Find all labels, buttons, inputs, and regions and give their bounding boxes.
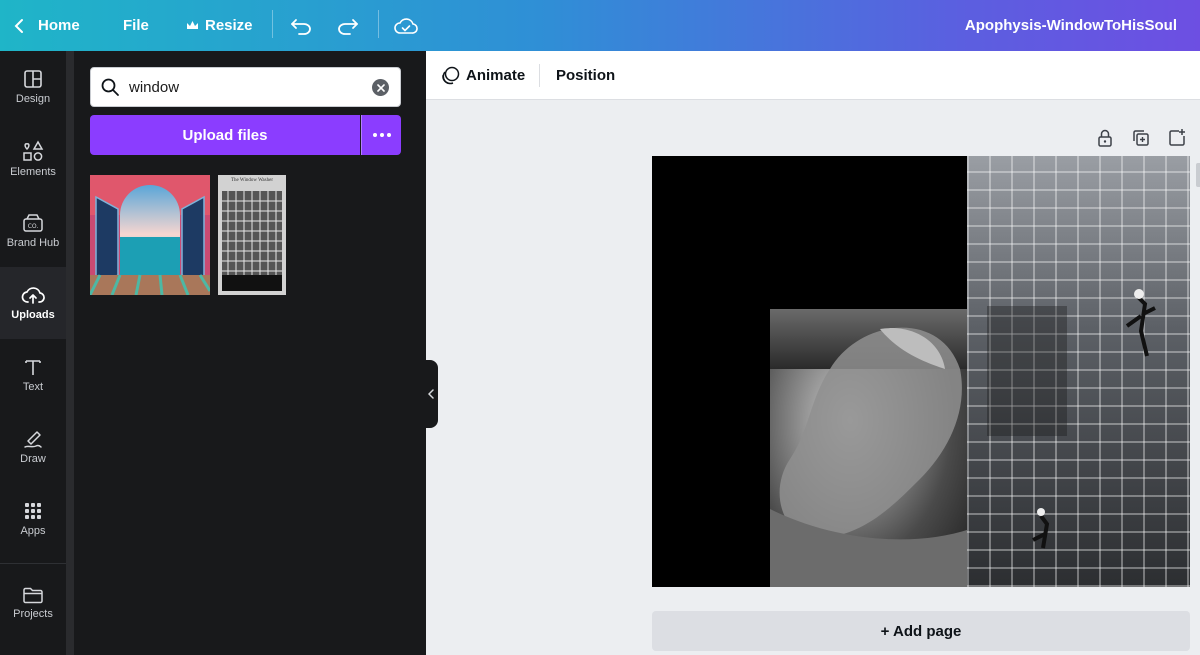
- upload-thumbnail-window-washer[interactable]: The Window Washer: [218, 175, 286, 295]
- upload-cloud-icon: [21, 287, 45, 304]
- rail-gutter: [66, 51, 74, 655]
- toolbar-divider: [539, 64, 540, 87]
- upload-files-button[interactable]: Upload files: [90, 115, 360, 155]
- text-icon: [25, 360, 41, 375]
- cloud-check-icon: [394, 17, 418, 34]
- window-washer-building-image[interactable]: [967, 156, 1190, 587]
- rail-label: Brand Hub: [6, 237, 60, 249]
- home-label: Home: [38, 17, 80, 34]
- search-input[interactable]: [129, 78, 359, 96]
- rail-item-apps[interactable]: Apps: [0, 483, 66, 555]
- collapse-panel-button[interactable]: [424, 360, 438, 428]
- layout-icon: [24, 70, 42, 88]
- position-button[interactable]: Position: [556, 51, 615, 100]
- uploads-panel: Upload files: [74, 51, 426, 655]
- face-shape: [770, 327, 970, 587]
- sculpture-face-image[interactable]: [770, 309, 970, 587]
- lock-page-button[interactable]: [1096, 127, 1114, 149]
- rail-label: Apps: [20, 525, 46, 537]
- upload-thumbnail-open-window[interactable]: [90, 175, 210, 295]
- search-box: [90, 67, 401, 107]
- more-options-button[interactable]: [361, 115, 401, 155]
- page-resize-handle[interactable]: [1196, 163, 1200, 187]
- thumbnail-caption: The Window Washer: [231, 178, 273, 183]
- undo-button[interactable]: [290, 0, 312, 51]
- lock-icon: [1098, 129, 1112, 147]
- top-bar: Home File Resize Apophysis-WindowToHisSo…: [0, 0, 1200, 51]
- position-label: Position: [556, 67, 616, 84]
- toolbar-divider: [378, 10, 379, 38]
- svg-text:CO.: CO.: [28, 223, 39, 230]
- folder-icon: [23, 587, 43, 604]
- rail-item-brand-hub[interactable]: CO. Brand Hub: [0, 195, 66, 267]
- brand-icon: CO.: [23, 214, 43, 232]
- pen-icon: [24, 431, 42, 448]
- undo-icon: [291, 18, 311, 35]
- rail-item-design[interactable]: Design: [0, 51, 66, 123]
- window-washer-poster-image: [218, 175, 286, 295]
- open-window-sea-image: [90, 175, 210, 295]
- clear-search-button[interactable]: [372, 79, 389, 96]
- resize-button[interactable]: Resize: [186, 0, 253, 51]
- side-rail: Design Elements CO. Brand Hub Uploads Te…: [0, 51, 66, 655]
- add-page-button[interactable]: + Add page: [652, 611, 1190, 651]
- animate-label: Animate: [466, 67, 526, 84]
- rail-item-draw[interactable]: Draw: [0, 411, 66, 483]
- home-button[interactable]: Home: [14, 0, 80, 51]
- rail-divider: [0, 563, 66, 564]
- duplicate-icon: [1133, 130, 1149, 146]
- document-title[interactable]: Apophysis-WindowToHisSoul: [965, 0, 1177, 51]
- file-label: File: [123, 17, 149, 34]
- chevron-left-icon: [14, 18, 23, 33]
- resize-label: Resize: [205, 17, 253, 34]
- chevron-left-icon: [428, 389, 434, 399]
- design-page[interactable]: [652, 156, 1190, 587]
- animate-icon: [442, 66, 460, 85]
- rail-item-uploads[interactable]: Uploads: [0, 267, 66, 339]
- search-icon: [101, 78, 119, 96]
- rail-item-elements[interactable]: Elements: [0, 123, 66, 195]
- redo-button[interactable]: [337, 0, 359, 51]
- duplicate-page-button[interactable]: [1131, 127, 1151, 149]
- crown-icon: [187, 21, 198, 29]
- shapes-icon: [23, 140, 44, 161]
- close-icon: [376, 83, 385, 92]
- more-horizontal-icon: [372, 133, 391, 137]
- rail-label: Elements: [10, 166, 56, 178]
- rail-label: Design: [15, 93, 51, 105]
- context-toolbar: Animate Position: [426, 51, 1200, 100]
- rail-label: Uploads: [11, 309, 55, 321]
- redo-icon: [338, 18, 358, 35]
- window-washer-figure: [987, 289, 1156, 549]
- rail-item-text[interactable]: Text: [0, 339, 66, 411]
- rail-label: Projects: [13, 608, 53, 620]
- save-status-button[interactable]: [394, 0, 418, 51]
- add-page-top-button[interactable]: [1167, 127, 1187, 149]
- rail-label: Text: [22, 381, 44, 393]
- toolbar-divider: [272, 10, 273, 38]
- add-page-icon: [1169, 129, 1185, 146]
- rail-item-projects[interactable]: Projects: [0, 567, 66, 639]
- animate-button[interactable]: Animate: [441, 51, 525, 100]
- rail-label: Draw: [20, 453, 46, 465]
- grid-icon: [25, 503, 41, 519]
- file-menu-button[interactable]: File: [123, 0, 149, 51]
